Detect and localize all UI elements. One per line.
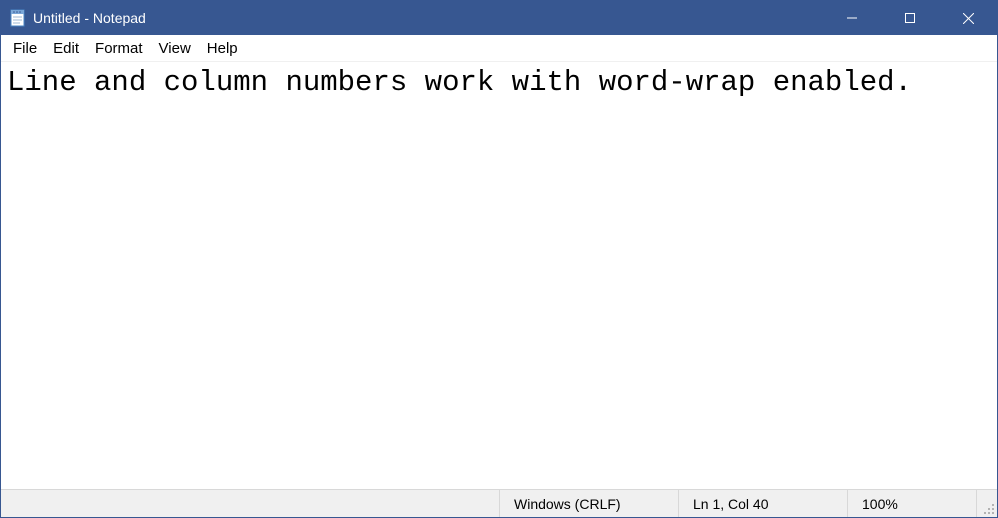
window-title: Untitled - Notepad <box>33 1 146 35</box>
close-icon <box>963 13 974 24</box>
menu-format[interactable]: Format <box>87 38 151 59</box>
editor-container <box>1 62 997 489</box>
status-zoom: 100% <box>847 490 976 517</box>
maximize-button[interactable] <box>881 1 939 35</box>
minimize-icon <box>847 13 857 23</box>
text-editor[interactable] <box>1 62 997 489</box>
menu-edit[interactable]: Edit <box>45 38 87 59</box>
menu-help[interactable]: Help <box>199 38 246 59</box>
menu-file[interactable]: File <box>5 38 45 59</box>
status-line-ending: Windows (CRLF) <box>499 490 678 517</box>
close-button[interactable] <box>939 1 997 35</box>
notepad-window: Untitled - Notepad File Edit Format View… <box>0 0 998 518</box>
maximize-icon <box>905 13 915 23</box>
statusbar: Windows (CRLF) Ln 1, Col 40 100% <box>1 489 997 517</box>
resize-grip[interactable] <box>976 490 997 517</box>
status-empty <box>1 490 499 517</box>
menubar: File Edit Format View Help <box>1 35 997 62</box>
menu-view[interactable]: View <box>151 38 199 59</box>
minimize-button[interactable] <box>823 1 881 35</box>
status-cursor-position: Ln 1, Col 40 <box>678 490 847 517</box>
notepad-app-icon <box>9 9 27 27</box>
titlebar[interactable]: Untitled - Notepad <box>1 1 997 35</box>
resize-grip-icon <box>983 503 995 515</box>
